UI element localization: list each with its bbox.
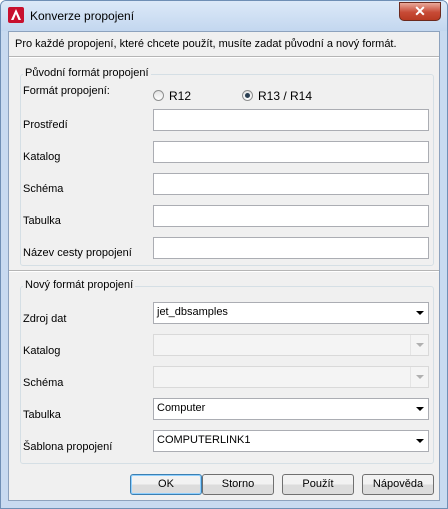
- format-label: Formát propojení:: [23, 85, 110, 97]
- datasource-combo[interactable]: jet_dbsamples: [153, 302, 429, 324]
- table-input[interactable]: [153, 205, 429, 227]
- radio-r12[interactable]: [153, 90, 164, 101]
- apply-button[interactable]: Použít: [282, 474, 354, 495]
- datasource-label: Zdroj dat: [23, 313, 67, 325]
- close-button[interactable]: ✕: [399, 2, 441, 21]
- separator: [9, 270, 439, 272]
- radio-selected-dot: [245, 93, 250, 98]
- new-schema-combo[interactable]: [153, 366, 429, 388]
- help-button[interactable]: Nápověda: [362, 474, 434, 495]
- env-input[interactable]: [153, 109, 429, 131]
- schema-input[interactable]: [153, 173, 429, 195]
- link-template-label: Šablona propojení: [23, 441, 113, 453]
- chevron-down-icon: [416, 375, 424, 379]
- chevron-down-icon: [416, 311, 424, 315]
- chevron-down-icon: [416, 439, 424, 443]
- catalog-label: Katalog: [23, 151, 61, 163]
- dialog-description: Pro každé propojení, které chcete použít…: [15, 38, 397, 50]
- chevron-down-icon: [416, 343, 424, 347]
- separator: [9, 56, 439, 58]
- datasource-value: jet_dbsamples: [157, 306, 228, 318]
- env-label: Prostředí: [23, 119, 68, 131]
- table-label: Tabulka: [23, 215, 61, 227]
- schema-label: Schéma: [23, 183, 64, 195]
- autocad-icon: [8, 7, 24, 23]
- original-format-title: Původní formát propojení: [23, 67, 151, 79]
- radio-r12-label[interactable]: R12: [169, 89, 191, 103]
- close-icon: ✕: [414, 3, 426, 19]
- dialog-client-area: Pro každé propojení, které chcete použít…: [8, 31, 440, 501]
- catalog-input[interactable]: [153, 141, 429, 163]
- ok-button[interactable]: OK: [130, 474, 202, 495]
- window-title: Konverze propojení: [30, 9, 135, 23]
- title-bar[interactable]: Konverze propojení ✕: [1, 1, 447, 31]
- new-table-value: Computer: [157, 402, 206, 414]
- radio-r13[interactable]: [242, 90, 253, 101]
- new-catalog-label: Katalog: [23, 345, 61, 357]
- new-schema-label: Schéma: [23, 377, 64, 389]
- link-template-value: COMPUTERLINK1: [157, 434, 251, 446]
- new-table-label: Tabulka: [23, 409, 61, 421]
- cancel-button[interactable]: Storno: [202, 474, 274, 495]
- new-format-title: Nový formát propojení: [23, 279, 136, 291]
- new-table-combo[interactable]: Computer: [153, 398, 429, 420]
- link-template-combo[interactable]: COMPUTERLINK1: [153, 430, 429, 452]
- link-path-label: Název cesty propojení: [23, 247, 132, 259]
- radio-r13-label[interactable]: R13 / R14: [258, 89, 312, 103]
- dialog-window: Konverze propojení ✕ Pro každé propojení…: [0, 0, 448, 509]
- new-catalog-combo[interactable]: [153, 334, 429, 356]
- chevron-down-icon: [416, 407, 424, 411]
- link-path-input[interactable]: [153, 237, 429, 259]
